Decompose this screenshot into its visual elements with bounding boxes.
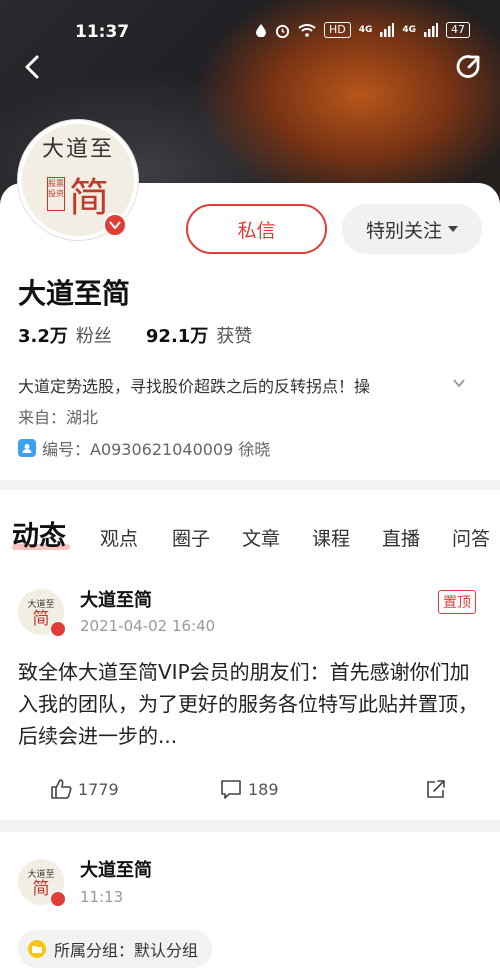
verified-badge-icon [50,621,66,637]
avatar-seal: 股票投资 [47,177,65,211]
hd-indicator: HD [323,22,351,38]
avatar-logo: 股票投资 简 [47,165,109,223]
like-button[interactable]: 1779 [50,778,119,800]
avatar-text-big: 简 [32,608,50,629]
private-message-button[interactable]: 私信 [186,204,327,254]
fans-label[interactable]: 粉丝 [76,322,112,348]
post-timestamp: 2021-04-02 16:40 [80,617,216,635]
expand-bio-button[interactable] [452,375,466,389]
verified-badge-icon [50,891,66,907]
post-group-label: 所属分组：默认分组 [54,941,199,960]
signal-icon-2 [424,23,438,37]
share-button[interactable] [454,52,484,82]
tab-live[interactable]: 直播 [382,524,420,551]
comment-count: 189 [248,779,279,799]
avatar-text-top: 大道至 [27,869,55,880]
signal-4g-1: 4G [358,25,373,35]
tab-dynamic[interactable]: 动态 [12,514,66,553]
pinned-badge: 置顶 [438,590,476,614]
folder-icon [28,940,46,958]
avatar-text-big: 简 [69,175,109,221]
verified-badge-icon [103,213,127,237]
comment-button[interactable]: 189 [220,778,279,800]
post-author-name[interactable]: 大道至简 [80,856,152,882]
profile-id-line: 编号：A0930621040009 徐晓 [18,436,270,460]
battery-indicator: 47 [446,22,470,38]
status-bar: 11:37 HD 4G 4G 47 [0,0,500,62]
fans-count[interactable]: 3.2万 [18,322,68,348]
back-button[interactable] [18,52,48,82]
tab-qa[interactable]: 问答 [452,524,490,551]
alarm-icon [275,24,289,38]
status-icons: HD 4G 4G 47 [255,22,470,38]
special-follow-label: 特别关注 [365,219,442,242]
post-timestamp: 11:13 [80,888,124,906]
profile-name: 大道至简 [18,277,131,310]
profile-stats: 3.2万 粉丝 92.1万 获赞 [18,322,286,348]
share-post-button[interactable] [425,778,447,800]
chevron-left-icon [25,55,39,79]
thumbs-up-icon [51,779,72,799]
signal-4g-2: 4G [402,25,416,35]
profile-bio: 大道定势选股，寻找股价超跌之后的反转拐点！操 [18,377,371,396]
id-card-icon [18,439,36,457]
drop-icon [255,24,266,37]
special-follow-button[interactable]: 特别关注 [342,204,482,254]
share-icon [427,780,445,798]
chevron-down-icon [453,379,465,388]
avatar-text-top: 大道至 [27,599,55,610]
caret-down-icon [448,226,458,232]
avatar-text-top: 大道至 [41,137,114,162]
tab-courses[interactable]: 课程 [312,524,350,551]
wifi-icon [298,24,316,37]
post-author-name[interactable]: 大道至简 [80,586,152,612]
avatar-text-big: 简 [32,878,50,899]
post-text[interactable]: 致全体大道至简VIP会员的朋友们：首先感谢你们加入我的团队，为了更好的服务各位特… [18,656,484,752]
status-time: 11:37 [75,22,130,42]
like-count: 1779 [78,779,119,799]
tab-circles[interactable]: 圈子 [172,524,210,551]
comment-icon [221,780,241,799]
tab-articles[interactable]: 文章 [242,524,280,551]
post-group-chip[interactable]: 所属分组：默认分组 [18,930,213,968]
tab-opinions[interactable]: 观点 [100,524,138,551]
likes-label: 获赞 [216,326,253,347]
share-icon [456,55,480,78]
likes-count: 92.1万 [145,326,209,347]
profile-id-text: 编号：A0930621040009 徐晓 [42,440,271,459]
signal-icon [380,23,395,37]
profile-location: 来自：湖北 [18,408,99,427]
